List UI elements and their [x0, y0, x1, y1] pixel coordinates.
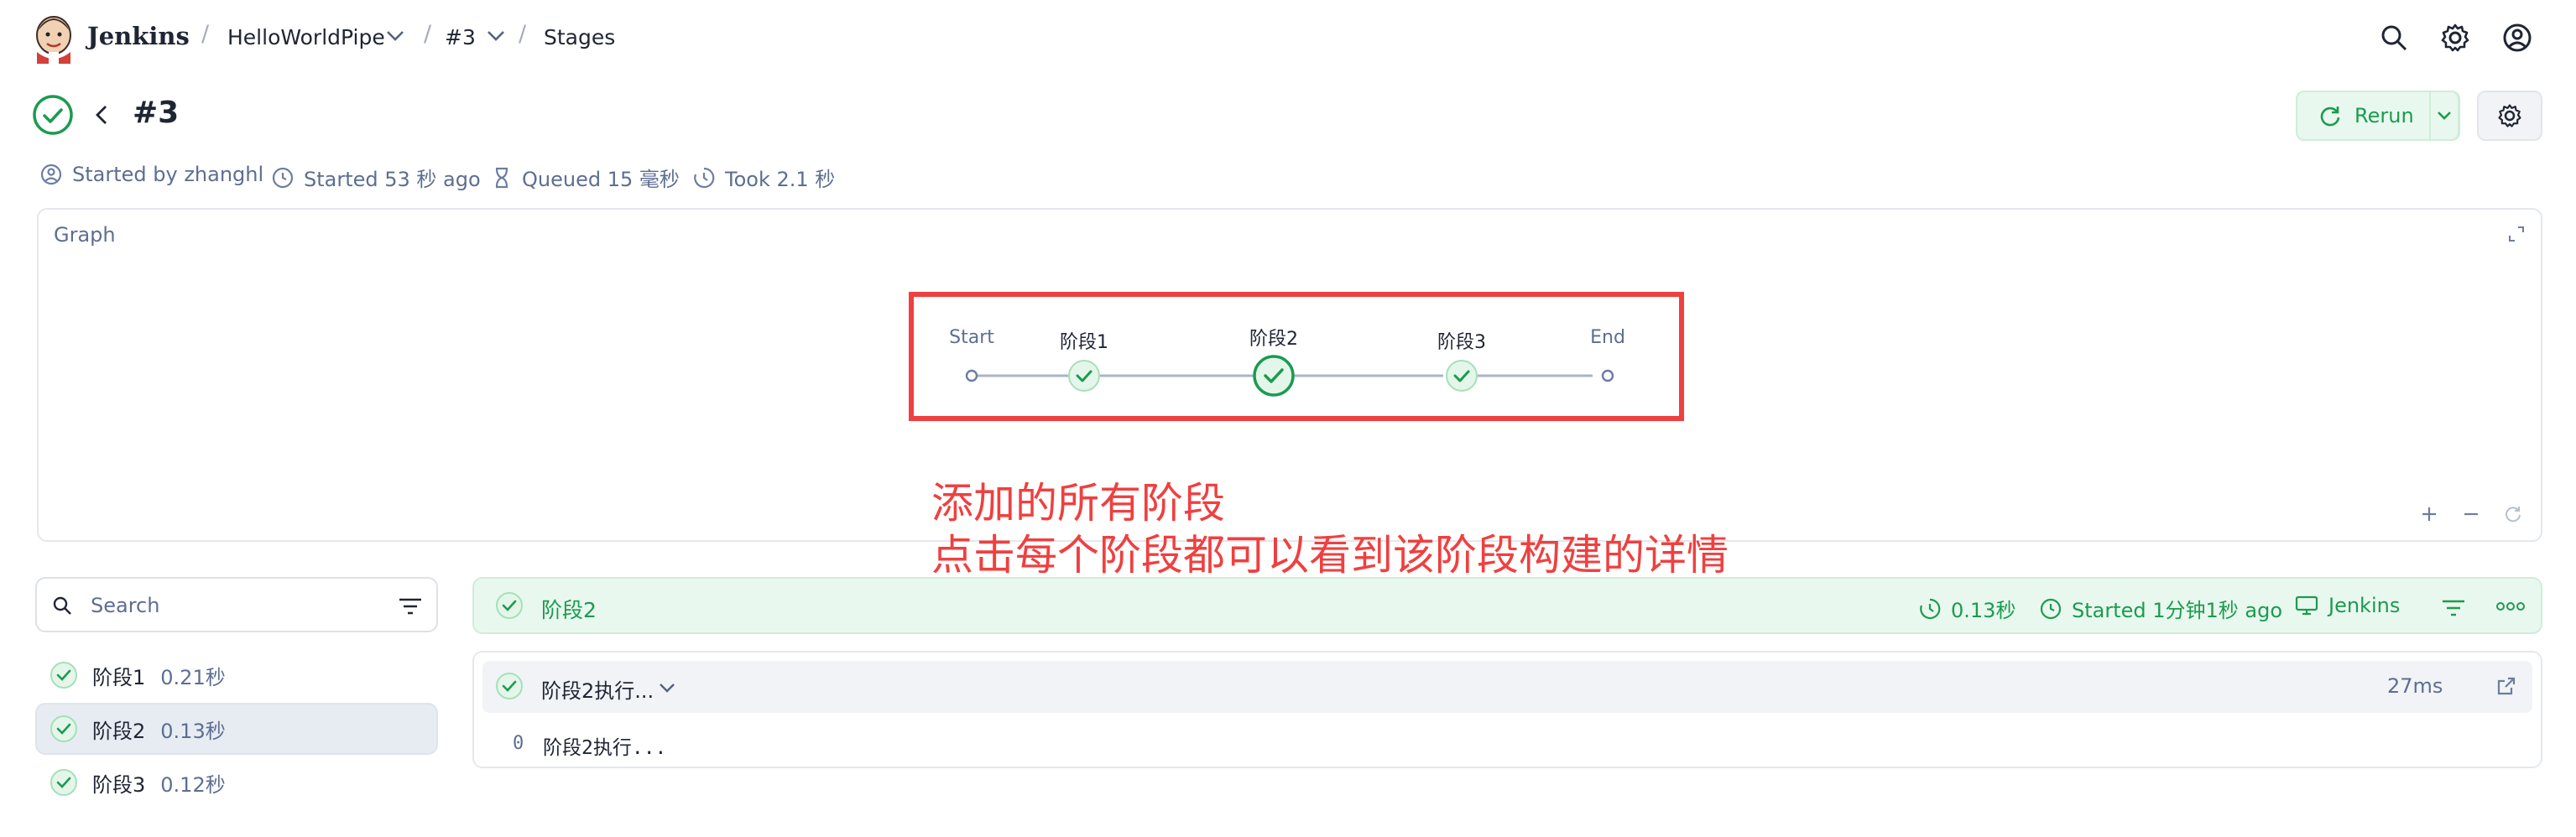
agent-text: Jenkins — [2328, 594, 2401, 617]
success-check-icon — [50, 662, 77, 689]
stage-list-item[interactable]: 阶段3 0.12秒 — [35, 756, 438, 808]
started-text: Started 53 秒 ago — [304, 168, 481, 191]
back-chevron-icon[interactable] — [94, 104, 109, 126]
breadcrumb-separator: / — [519, 21, 527, 47]
search-icon — [52, 595, 72, 616]
brand-name[interactable]: Jenkins — [87, 22, 190, 50]
queued-text: Queued 15 毫秒 — [522, 168, 680, 191]
build-title: #3 — [133, 96, 180, 130]
chevron-down-icon[interactable] — [487, 30, 505, 42]
zoom-out-icon[interactable] — [2462, 505, 2480, 523]
hourglass-icon — [495, 167, 508, 188]
stage-detail-duration: 0.13秒 — [1919, 594, 2015, 623]
meta-queued: Queued 15 毫秒 — [492, 163, 680, 192]
stage-search-box[interactable]: Search — [35, 577, 438, 632]
log-line-text: 阶段2执行... — [543, 737, 667, 759]
expand-icon[interactable] — [2507, 225, 2526, 243]
stage-list-item[interactable]: 阶段1 0.21秒 — [35, 649, 438, 701]
graph-node-stage1[interactable] — [1067, 359, 1101, 393]
gear-icon[interactable] — [2440, 23, 2470, 53]
success-check-icon — [496, 592, 523, 619]
user-icon — [40, 164, 62, 185]
top-bar: Jenkins / HelloWorldPipe / #3 / Stages — [0, 0, 2576, 77]
clock-icon — [2040, 598, 2062, 619]
breadcrumb-job[interactable]: HelloWorldPipe — [227, 25, 385, 49]
rerun-label: Rerun — [2354, 104, 2414, 127]
chevron-down-icon — [2438, 112, 2451, 120]
step-row[interactable]: 阶段2执行... 27ms — [482, 661, 2532, 713]
graph-node-label: 阶段1 — [1060, 332, 1108, 353]
breadcrumb-stages: Stages — [544, 25, 616, 49]
breadcrumb-build[interactable]: #3 — [445, 25, 476, 49]
started-by-text: Started by zhanghl — [72, 163, 264, 186]
filter-icon[interactable] — [2441, 599, 2466, 617]
success-check-icon — [50, 769, 77, 796]
annotation-highlight-box — [909, 292, 1684, 421]
graph-node-stage2-selected[interactable] — [1252, 354, 1296, 398]
chevron-down-icon[interactable] — [659, 683, 675, 693]
build-settings-button[interactable] — [2477, 91, 2542, 141]
stage-detail-started: Started 1分钟1秒 ago — [2040, 594, 2282, 623]
stage-detail-header: 阶段2 0.13秒 Started 1分钟1秒 ago Jenkins — [472, 577, 2542, 634]
computer-icon — [2295, 595, 2318, 616]
stage-name: 阶段3 — [92, 772, 146, 797]
stage-duration: 0.13秒 — [160, 719, 226, 743]
jenkins-logo-icon[interactable] — [32, 13, 76, 64]
filter-icon[interactable] — [398, 597, 423, 616]
stage-name: 阶段1 — [92, 665, 146, 689]
timer-icon — [1920, 598, 1941, 619]
annotation-line-2: 点击每个阶段都可以看到该阶段构建的详情 — [931, 531, 1729, 580]
meta-started: Started 53 秒 ago — [272, 163, 481, 192]
stage-list-item-selected[interactable]: 阶段2 0.13秒 — [35, 703, 438, 755]
stage-duration: 0.12秒 — [160, 772, 226, 797]
step-duration: 27ms — [2387, 674, 2443, 698]
step-title: 阶段2执行... — [541, 679, 654, 703]
stage-name: 阶段2 — [92, 719, 146, 743]
graph-panel: Graph Start 阶段1 阶段2 阶段3 End — [37, 208, 2542, 542]
reset-zoom-icon[interactable] — [2504, 505, 2522, 523]
clock-icon — [272, 167, 294, 188]
gear-icon — [2498, 104, 2521, 127]
stage-steps-panel: 阶段2执行... 27ms 0 阶段2执行... — [472, 651, 2542, 768]
search-icon[interactable] — [2380, 23, 2408, 52]
zoom-in-icon[interactable] — [2420, 505, 2438, 523]
more-options-icon[interactable] — [2496, 600, 2525, 612]
graph-node-start[interactable] — [965, 369, 978, 382]
graph-node-end[interactable] — [1601, 369, 1614, 382]
search-input[interactable]: Search — [91, 594, 159, 617]
meta-started-by: Started by zhanghl — [40, 163, 263, 186]
meta-took: Took 2.1 秒 — [693, 163, 835, 192]
stage-duration: 0.21秒 — [160, 665, 226, 689]
success-check-icon — [50, 715, 77, 742]
graph-node-label: 阶段2 — [1249, 329, 1298, 350]
chevron-down-icon[interactable] — [386, 30, 404, 42]
graph-node-stage3[interactable] — [1445, 359, 1478, 393]
timer-icon — [694, 167, 715, 188]
log-line-number: 0 — [513, 733, 524, 754]
breadcrumb-separator: / — [201, 21, 210, 47]
open-external-icon[interactable] — [2496, 676, 2516, 696]
user-account-icon[interactable] — [2502, 23, 2532, 53]
graph-node-label: End — [1590, 327, 1625, 348]
stage-detail-name: 阶段2 — [541, 598, 597, 622]
rerun-options-button[interactable] — [2429, 91, 2459, 141]
refresh-icon — [2320, 107, 2340, 127]
breadcrumb-separator: / — [424, 21, 432, 47]
started-text: Started 1分钟1秒 ago — [2072, 599, 2283, 622]
took-text: Took 2.1 秒 — [725, 168, 836, 191]
duration-text: 0.13秒 — [1951, 599, 2016, 622]
graph-node-label: 阶段3 — [1437, 332, 1486, 353]
success-check-icon — [496, 673, 523, 699]
graph-title: Graph — [54, 223, 116, 247]
build-success-icon — [32, 94, 74, 136]
stage-detail-agent[interactable]: Jenkins — [2295, 594, 2400, 617]
